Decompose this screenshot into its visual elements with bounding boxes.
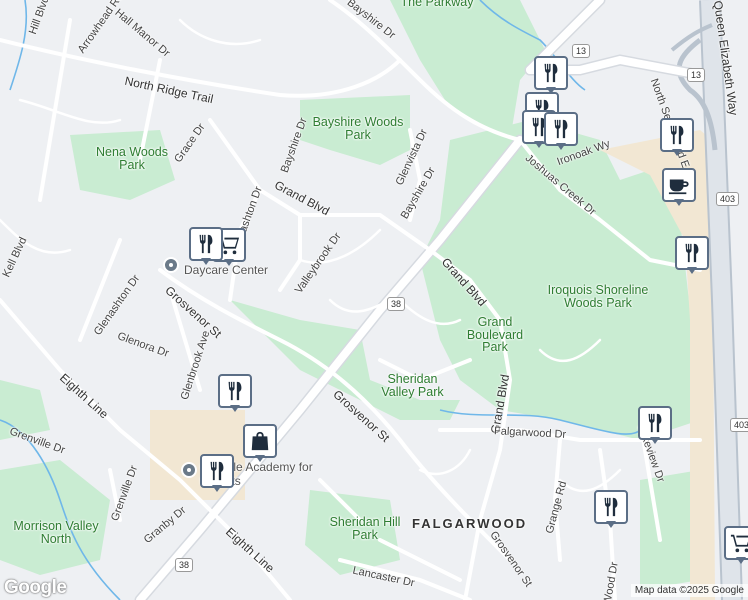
restaurant-icon	[638, 406, 672, 440]
restaurant-marker[interactable]	[544, 112, 578, 150]
area-label-falgarwood: FALGARWOOD	[412, 516, 528, 531]
marker-pointer	[224, 259, 234, 266]
restaurant-icon	[594, 490, 628, 524]
restaurant-marker[interactable]	[200, 454, 234, 492]
marker-pointer	[606, 521, 616, 528]
marker-pointer	[674, 199, 684, 206]
place-dot-icon[interactable]	[163, 257, 179, 273]
grocery-cart-icon	[724, 526, 748, 560]
restaurant-icon	[218, 374, 252, 408]
restaurant-icon	[660, 118, 694, 152]
restaurant-marker[interactable]	[675, 236, 709, 274]
marker-pointer	[650, 437, 660, 444]
cafe-marker[interactable]	[662, 168, 696, 206]
cafe-icon	[662, 168, 696, 202]
route-shield: 38	[175, 558, 194, 572]
restaurant-marker[interactable]	[660, 118, 694, 156]
park-label-sheridan-hill: Sheridan Hill Park	[329, 515, 401, 542]
restaurant-marker[interactable]	[638, 406, 672, 444]
marker-pointer	[556, 143, 566, 150]
park-label-sheridan-valley: Sheridan Valley Park	[381, 372, 444, 399]
place-dot-icon[interactable]	[181, 462, 197, 478]
route-shield: 13	[572, 44, 591, 58]
route-shield: 38	[387, 297, 406, 311]
restaurant-icon	[200, 454, 234, 488]
marker-pointer	[255, 455, 265, 462]
restaurant-icon	[544, 112, 578, 146]
grocery-marker[interactable]	[724, 526, 748, 564]
marker-pointer	[672, 149, 682, 156]
restaurant-marker[interactable]	[534, 56, 568, 94]
route-shield: 403	[730, 418, 748, 432]
marker-pointer	[736, 557, 746, 564]
marker-pointer	[687, 267, 697, 274]
restaurant-marker[interactable]	[218, 374, 252, 412]
restaurant-marker[interactable]	[594, 490, 628, 528]
park-label-iroquois-shoreline: Iroquois Shoreline Woods Park	[547, 283, 649, 310]
restaurant-marker[interactable]	[189, 227, 223, 265]
map-canvas[interactable]: Bayshire Woods Park Nena Woods Park Iroq…	[0, 0, 748, 600]
restaurant-icon	[675, 236, 709, 270]
shopping-marker[interactable]	[243, 424, 277, 462]
park-label-grand-boulevard: Grand Boulevard Park	[466, 315, 524, 354]
google-logo: Google	[4, 577, 67, 598]
park-label-bayshire-woods: Bayshire Woods Park	[312, 115, 404, 142]
shopping-bag-icon	[243, 424, 277, 458]
route-shield: 13	[687, 68, 706, 82]
marker-pointer	[534, 141, 544, 148]
park-label-the-parkway: The Parkway	[400, 0, 474, 9]
park-label-nena-woods: Nena Woods Park	[95, 145, 169, 172]
map-attribution[interactable]: Map data ©2025 Google	[630, 584, 748, 597]
marker-pointer	[230, 405, 240, 412]
route-shield: 403	[716, 192, 740, 206]
restaurant-icon	[534, 56, 568, 90]
marker-pointer	[201, 258, 211, 265]
marker-pointer	[212, 485, 222, 492]
restaurant-icon	[189, 227, 223, 261]
park-label-morrison-valley-north: Morrison Valley North	[13, 519, 99, 546]
